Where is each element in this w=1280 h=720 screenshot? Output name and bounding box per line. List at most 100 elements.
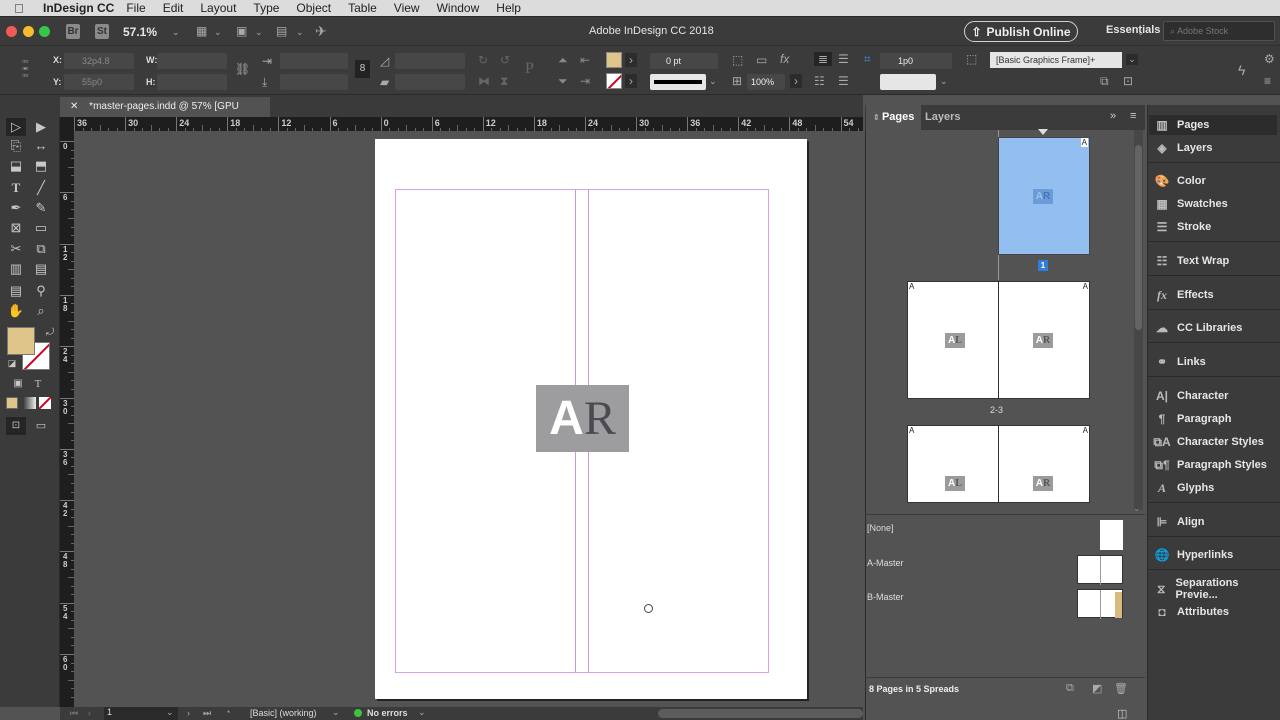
- height-field[interactable]: [157, 74, 227, 90]
- master-b[interactable]: B-Master: [867, 592, 904, 602]
- fill-color-swatch-front[interactable]: [7, 327, 35, 355]
- pencil-tool[interactable]: ✎: [31, 199, 51, 217]
- apply-gradient-button[interactable]: [24, 397, 36, 409]
- preflight-icon[interactable]: ◔: [225, 707, 230, 717]
- dock-character-styles[interactable]: ⧉A Character Styles: [1153, 432, 1275, 452]
- pages-panel-menu-icon[interactable]: ≡: [1130, 110, 1136, 122]
- page-number-field[interactable]: 1: [104, 707, 166, 720]
- menu-help[interactable]: Help: [496, 1, 521, 15]
- page-thumb-3[interactable]: A AR: [998, 281, 1090, 399]
- dock-effects[interactable]: fx Effects: [1153, 285, 1275, 305]
- rotate-clockwise-icon[interactable]: ↻: [478, 53, 488, 67]
- horizontal-scrollbar[interactable]: [658, 709, 863, 718]
- pen-tool[interactable]: ✒: [6, 199, 26, 217]
- collapse-panel-icon[interactable]: »: [1110, 110, 1116, 122]
- view-options-dropdown-icon[interactable]: ⌄: [214, 27, 222, 38]
- master-b-thumb[interactable]: [1077, 589, 1123, 619]
- pages-scrollbar-thumb[interactable]: [1135, 145, 1142, 330]
- flip-horizontal-icon[interactable]: ⧓: [478, 74, 490, 88]
- panel-menu-icon[interactable]: ≡: [1264, 74, 1271, 88]
- page-number-dropdown-icon[interactable]: ⌄: [166, 707, 178, 720]
- minimize-window-button[interactable]: [23, 26, 34, 37]
- preflight-profile-dropdown-icon[interactable]: ⌄: [332, 707, 340, 718]
- bridge-button[interactable]: Br: [66, 24, 80, 39]
- arrange-documents-dropdown-icon[interactable]: ⌄: [296, 27, 304, 38]
- page-tool[interactable]: ⎘: [6, 137, 26, 155]
- default-fill-stroke-icon[interactable]: ◪: [2, 354, 22, 372]
- x-position-field[interactable]: 32p4.8: [64, 53, 134, 69]
- menu-layout[interactable]: Layout: [200, 1, 236, 15]
- type-tool[interactable]: T: [6, 179, 26, 197]
- menu-file[interactable]: File: [126, 1, 145, 15]
- gradient-swatch-tool[interactable]: ▥: [6, 260, 26, 278]
- sync-feather-icon[interactable]: ✈: [315, 23, 327, 40]
- dock-pages[interactable]: ▥ Pages: [1153, 115, 1275, 135]
- menu-edit[interactable]: Edit: [163, 1, 184, 15]
- preflight-profile[interactable]: [Basic] (working): [250, 708, 317, 718]
- frame-shadow-icon[interactable]: ▭: [756, 53, 767, 67]
- tab-layers[interactable]: Layers: [918, 105, 967, 130]
- rotate-counterclockwise-icon[interactable]: ↺: [500, 53, 510, 67]
- clear-attributes-icon[interactable]: ⊡: [1123, 74, 1133, 88]
- width-field[interactable]: [157, 53, 227, 69]
- next-page-icon[interactable]: ›: [187, 708, 190, 718]
- previous-page-icon[interactable]: ‹: [88, 708, 91, 718]
- select-next-icon[interactable]: ⇥: [580, 74, 590, 88]
- workspace-dropdown-icon[interactable]: ⌄: [1137, 27, 1145, 38]
- screen-mode-dropdown-icon[interactable]: ⌄: [255, 27, 263, 38]
- master-marker-frame[interactable]: AR: [536, 385, 629, 452]
- apple-icon[interactable]: : [14, 1, 30, 16]
- dock-text-wrap[interactable]: ☷ Text Wrap: [1153, 251, 1275, 271]
- eyedropper-tool[interactable]: ⚲: [31, 282, 51, 300]
- menu-object[interactable]: Object: [296, 1, 331, 15]
- master-a-thumb[interactable]: [1077, 555, 1123, 585]
- master-a[interactable]: A-Master: [867, 558, 904, 568]
- settings-gear-icon[interactable]: ⚙: [1264, 52, 1275, 66]
- select-previous-icon[interactable]: ⇤: [580, 53, 590, 67]
- screen-mode-icon[interactable]: ▭: [31, 417, 51, 435]
- arrange-documents-icon[interactable]: ▤: [276, 24, 287, 38]
- scale-y-field[interactable]: [280, 74, 348, 90]
- object-style-select[interactable]: [Basic Graphics Frame]+: [990, 52, 1122, 68]
- zoom-level[interactable]: 57.1%: [123, 25, 157, 39]
- errors-dropdown-icon[interactable]: ⌄: [418, 707, 426, 718]
- dock-paragraph-styles[interactable]: ⧉¶ Paragraph Styles: [1153, 455, 1275, 475]
- master-none[interactable]: [None]: [867, 523, 894, 533]
- dock-glyphs[interactable]: A Glyphs: [1153, 478, 1275, 498]
- auto-fit-icon[interactable]: ⌗: [864, 52, 871, 67]
- flip-vertical-icon[interactable]: ⧗: [500, 74, 508, 89]
- dock-color[interactable]: 🎨 Color: [1153, 171, 1275, 191]
- normal-view-mode-icon[interactable]: ⊡: [6, 417, 26, 435]
- text-wrap-none-icon[interactable]: ≣: [814, 52, 832, 66]
- apply-none-button[interactable]: [39, 397, 51, 409]
- line-tool[interactable]: ╱: [31, 179, 51, 197]
- text-wrap-jump-icon[interactable]: ☰: [838, 74, 849, 88]
- master-none-thumb[interactable]: [1100, 520, 1123, 550]
- workspace-switcher[interactable]: Essentials: [1106, 24, 1160, 36]
- adobe-stock-search-input[interactable]: ⌕ Adobe Stock: [1163, 21, 1275, 41]
- dock-cc-libraries[interactable]: ☁ CC Libraries: [1153, 318, 1275, 338]
- formatting-affects-text-icon[interactable]: T: [28, 375, 48, 393]
- tab-pages[interactable]: ⇕ Pages: [866, 105, 922, 130]
- free-transform-tool[interactable]: ⧉: [31, 240, 51, 258]
- apply-color-button[interactable]: [6, 397, 18, 409]
- horizontal-ruler[interactable]: 36 30 24 18 12 6 0 6 12 18 24 30 36 42 48 54: [60, 117, 885, 131]
- stroke-type-dropdown-icon[interactable]: ⌄: [709, 76, 717, 87]
- stroke-dropdown-icon[interactable]: ›: [625, 74, 637, 88]
- direct-selection-tool[interactable]: ▶: [31, 118, 51, 136]
- rectangle-tool[interactable]: ▭: [31, 219, 51, 237]
- select-container-icon[interactable]: ⏶: [558, 53, 568, 68]
- link-scale-icon[interactable]: 8: [355, 60, 370, 78]
- scale-x-field[interactable]: [280, 53, 348, 69]
- stroke-swatch[interactable]: [606, 73, 622, 89]
- y-position-field[interactable]: 55p0: [64, 74, 134, 90]
- publish-online-button[interactable]: ⇧ Publish Online: [964, 21, 1078, 42]
- formatting-affects-container-icon[interactable]: ▣: [8, 375, 28, 393]
- dock-paragraph[interactable]: ¶ Paragraph: [1153, 409, 1275, 429]
- split-window-icon[interactable]: ◫: [1117, 707, 1127, 720]
- maximize-window-button[interactable]: [39, 26, 50, 37]
- opacity-field[interactable]: 100%: [747, 74, 785, 90]
- selection-tool[interactable]: ▷: [6, 118, 26, 136]
- stroke-type-select[interactable]: [650, 74, 706, 90]
- fill-dropdown-icon[interactable]: ›: [625, 53, 637, 67]
